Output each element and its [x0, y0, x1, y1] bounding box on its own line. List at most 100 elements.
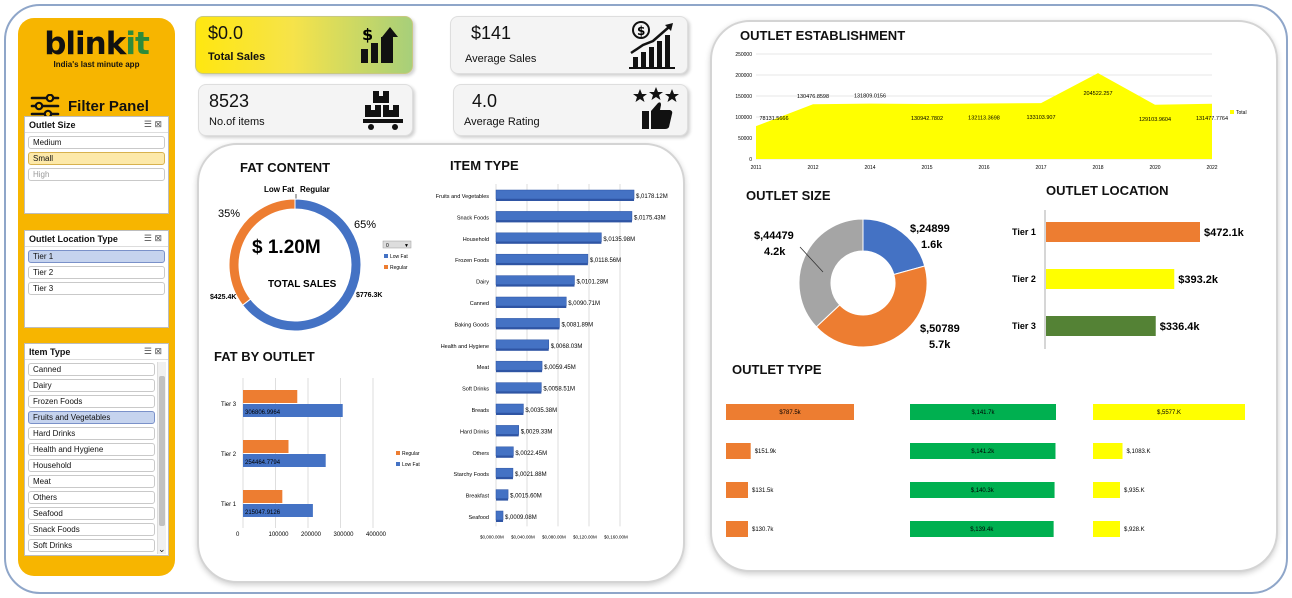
slicer-item-medium[interactable]: Medium — [28, 136, 165, 149]
slicer-item-others[interactable]: Others — [28, 491, 155, 504]
outlet-establishment-chart: 0 50000 100000 150000 200000 250000 2011 2012 2… — [735, 52, 1246, 171]
slicer-item-canned[interactable]: Canned — [28, 363, 155, 376]
x-tick-label: 2016 — [978, 165, 989, 171]
outlet-establishment-title: OUTLET ESTABLISHMENT — [740, 28, 906, 43]
slicer-item-dairy[interactable]: Dairy — [28, 379, 155, 392]
slicer-scrollbar[interactable]: ⌄ — [157, 362, 166, 554]
legend-label-regular: Regular — [390, 265, 408, 271]
data-label: $,140.3k — [971, 488, 995, 494]
average-sales-label: Average Sales — [465, 53, 537, 65]
outlet-size-chart: $,24899 1.6k $,50789 5.7k $,44479 4.2k — [754, 218, 960, 351]
data-label: $,0021.88M — [515, 472, 547, 478]
size-count-medium: 5.7k — [929, 339, 951, 351]
bar-regular — [243, 440, 289, 453]
bar — [495, 296, 567, 307]
fat-by-outlet-chart: 0 100000 200000 300000 400000 Tier 3 306806.9… — [221, 378, 420, 538]
slicer-item-hard-drinks[interactable]: Hard Drinks — [28, 427, 155, 440]
slicer-item-meat[interactable]: Meat — [28, 475, 155, 488]
data-label: 204522.257 — [1083, 91, 1112, 97]
bar — [495, 489, 509, 499]
fat-content-title: FAT CONTENT — [240, 160, 331, 175]
size-count-high: 1.6k — [921, 239, 943, 251]
x-tick-label: $0,160.00M — [604, 534, 628, 539]
slicer-item-frozen-foods[interactable]: Frozen Foods — [28, 395, 155, 408]
outlet-location-slicer: Outlet Location Type ☰ ⊠ Tier 1 Tier 2 T… — [24, 230, 169, 328]
bar — [495, 403, 524, 414]
data-label: $,141.7k — [971, 410, 995, 416]
fat-value-regular: $425.4K — [210, 294, 236, 301]
multi-select-icon[interactable]: ☰ — [144, 119, 152, 129]
item-type-slicer: Item Type ☰ ⊠ Canned Dairy Frozen Foods … — [24, 343, 169, 556]
multi-select-icon[interactable]: ☰ — [144, 233, 152, 243]
y-tick-label: 50000 — [738, 136, 752, 142]
y-tick-label: Canned — [470, 301, 489, 307]
fat-total-label: TOTAL SALES — [268, 279, 337, 290]
money-chart-icon: $ — [629, 21, 675, 69]
average-sales-value: $141 — [471, 23, 512, 43]
bar — [495, 189, 635, 200]
data-label: 254464.7794 — [245, 460, 281, 466]
y-tick-label: Frozen Foods — [455, 258, 489, 264]
slicer-item-tier-3[interactable]: Tier 3 — [28, 282, 165, 295]
scroll-thumb[interactable] — [159, 376, 165, 526]
data-label: $,928.K — [1124, 527, 1145, 533]
outlet-size-slicer: Outlet Size ☰ ⊠ Medium Small High — [24, 116, 169, 214]
bar-regular — [243, 390, 298, 403]
data-label: $130.7k — [752, 527, 774, 533]
slicer-item-seafood[interactable]: Seafood — [28, 507, 155, 520]
bar — [495, 253, 589, 264]
slicer-item-tier-1[interactable]: Tier 1 — [28, 250, 165, 263]
chevron-down-icon[interactable]: ⌄ — [158, 545, 166, 554]
x-tick-label: $0,080.00M — [542, 534, 566, 539]
slicer-item-snack-foods[interactable]: Snack Foods — [28, 523, 155, 536]
chevron-down-icon[interactable]: ▼ — [404, 243, 409, 249]
clear-filter-icon[interactable]: ⊠ — [154, 119, 162, 129]
filter-panel-label: Filter Panel — [68, 97, 149, 115]
y-tick-label: Snack Foods — [457, 215, 489, 221]
data-label: 130476.8598 — [797, 94, 829, 100]
slicer-item-health-and-hygiene[interactable]: Health and Hygiene — [28, 443, 155, 456]
bar — [495, 467, 514, 478]
average-rating-card: 4.0 Average Rating — [453, 84, 688, 136]
clear-filter-icon[interactable]: ⊠ — [154, 233, 162, 243]
slicer-item-small[interactable]: Small — [28, 152, 165, 165]
outlet-location-chart: Tier 1 $472.1k Tier 2 $393.2k Tier 3 $336.4k — [1012, 210, 1245, 349]
average-sales-card: $141 Average Sales $ — [450, 16, 688, 74]
data-label: 78131.5666 — [759, 116, 788, 122]
data-label: $131.5k — [752, 488, 774, 494]
slicer-item-high[interactable]: High — [28, 168, 165, 181]
clear-filter-icon[interactable]: ⊠ — [154, 346, 162, 356]
blinkit-logo: blinkit — [44, 26, 150, 62]
data-label: $,0059.45M — [544, 365, 576, 371]
y-tick-label: Starchy Foods — [454, 472, 490, 478]
fat-content-chart: Low Fat Regular $ 1.20M TOTAL SALES 35% … — [210, 185, 412, 332]
data-label: 215047.9126 — [245, 510, 281, 516]
bar — [1093, 521, 1120, 537]
bar — [495, 360, 543, 371]
y-tick-label: 0 — [749, 157, 752, 163]
outlet-size-title: OUTLET SIZE — [746, 188, 831, 203]
fat-pct-low-fat: 65% — [354, 219, 376, 231]
legend-label-regular: Regular — [402, 451, 420, 457]
multi-select-icon[interactable]: ☰ — [144, 346, 152, 356]
slicer-item-tier-2[interactable]: Tier 2 — [28, 266, 165, 279]
bar — [1046, 222, 1200, 242]
slicer-item-household[interactable]: Household — [28, 459, 155, 472]
data-label: $,0101.28M — [576, 280, 608, 286]
data-label: 131809.0156 — [854, 94, 886, 100]
y-tick-label: Dairy — [476, 280, 489, 286]
outlet-type-chart: $787.5k $151.9k $131.5k $130.7k $,141.7k $,14… — [726, 404, 1245, 537]
data-label: $,0068.03M — [551, 344, 583, 350]
y-tick-label: Hard Drinks — [460, 429, 489, 435]
x-tick-label: 0 — [236, 532, 240, 538]
slicer-item-soft-drinks[interactable]: Soft Drinks — [28, 539, 155, 552]
size-value-high: $,24899 — [910, 223, 950, 235]
x-tick-label: 200000 — [301, 532, 322, 538]
slicer-item-fruits-and-vegetables[interactable]: Fruits and Vegetables — [28, 411, 155, 424]
bar — [495, 425, 519, 435]
bar — [726, 521, 748, 537]
data-label: 306806.9964 — [245, 410, 281, 416]
donut-slice-small — [798, 218, 864, 328]
fat-label-low-fat: Low Fat — [264, 185, 295, 194]
fat-total-value: $ 1.20M — [252, 237, 321, 258]
